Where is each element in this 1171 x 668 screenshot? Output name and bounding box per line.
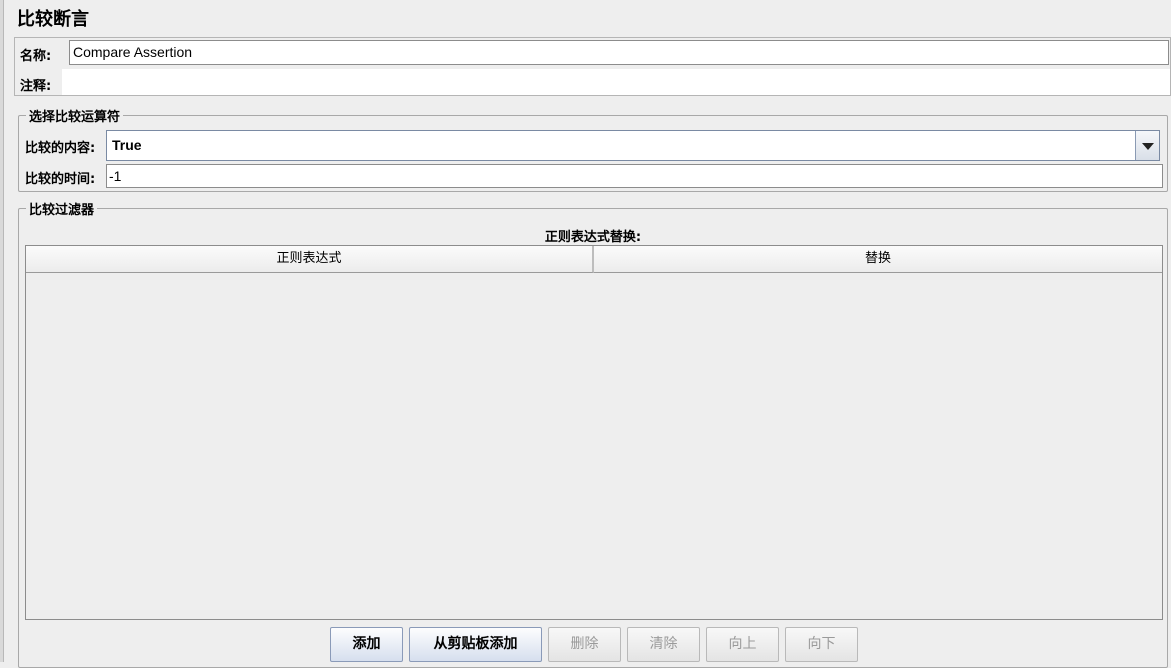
name-label: 名称:: [20, 49, 52, 64]
add-from-clipboard-button[interactable]: 从剪贴板添加: [409, 627, 542, 662]
filter-group-legend: 比较过滤器: [26, 199, 98, 218]
operator-group-legend: 选择比较运算符: [26, 106, 124, 125]
comment-input[interactable]: [62, 69, 1170, 95]
operator-group: 选择比较运算符 比较的内容: True 比较的时间: -1: [18, 106, 1168, 192]
column-header-regex[interactable]: 正则表达式: [26, 246, 594, 273]
move-up-button[interactable]: 向上: [706, 627, 779, 662]
button-bar: 添加 从剪贴板添加 删除 清除 向上 向下: [330, 627, 858, 662]
time-input[interactable]: -1: [106, 164, 1163, 188]
content-combo[interactable]: True: [106, 130, 1160, 161]
delete-button[interactable]: 删除: [548, 627, 621, 662]
chevron-down-icon[interactable]: [1135, 131, 1159, 160]
clear-button[interactable]: 清除: [627, 627, 700, 662]
regex-table[interactable]: 正则表达式 替换: [25, 245, 1163, 620]
table-caption: 正则表达式替换:: [544, 230, 642, 245]
table-header: 正则表达式 替换: [26, 246, 1162, 273]
add-button[interactable]: 添加: [330, 627, 403, 662]
filter-group: 比较过滤器 正则表达式替换: 正则表达式 替换 添加 从剪贴板添加 删除 清除 …: [18, 199, 1168, 668]
left-edge-divider: [0, 0, 4, 662]
name-comment-panel: 名称: Compare Assertion 注释:: [14, 37, 1171, 96]
move-down-button[interactable]: 向下: [785, 627, 858, 662]
column-header-replace[interactable]: 替换: [594, 246, 1162, 273]
page-title: 比较断言: [17, 9, 89, 30]
content-combo-value: True: [112, 137, 142, 153]
content-label: 比较的内容:: [25, 141, 96, 156]
name-input[interactable]: Compare Assertion: [69, 40, 1169, 65]
time-label: 比较的时间:: [25, 172, 96, 187]
comment-label: 注释:: [20, 79, 52, 94]
